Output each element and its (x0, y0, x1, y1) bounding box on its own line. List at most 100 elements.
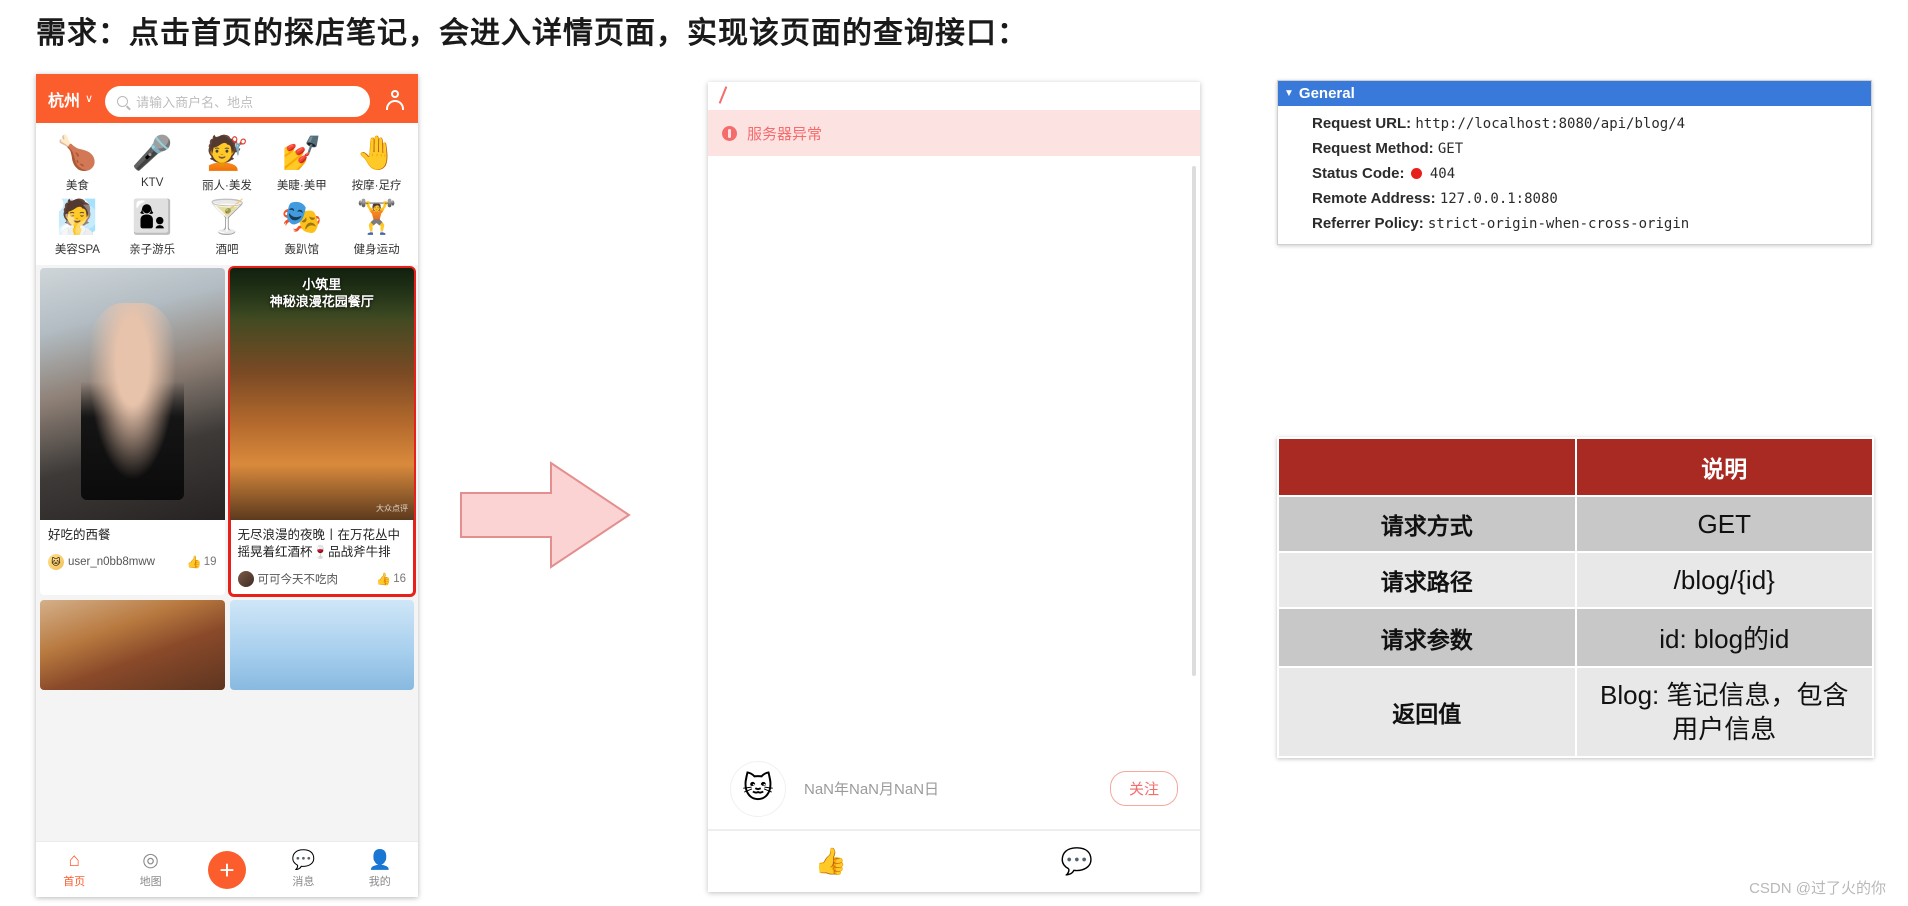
row-value: Blog: 笔记信息，包含 用户信息 (1574, 666, 1874, 758)
microphone-icon: 🎤 (131, 134, 173, 171)
table-row: 请求方式 GET (1277, 495, 1874, 553)
category-label: 按摩·足疗 (351, 180, 402, 192)
category-item-7[interactable]: 🍸 酒吧 (190, 197, 265, 257)
category-label: 美食 (65, 180, 89, 192)
tab-label: 消息 (292, 875, 315, 888)
devtools-row-remote-address: Remote Address: 127.0.0.1:8080 (1278, 186, 1871, 211)
category-label: KTV (141, 177, 164, 189)
tab-messages[interactable]: 💬 消息 (265, 851, 341, 889)
bottom-tab-bar: ⌂ 首页 ◎ 地图 + 💬 消息 👤 我的 (36, 841, 418, 897)
thumbs-up-icon: 👍 (186, 555, 202, 569)
category-label: 亲子游乐 (129, 244, 176, 256)
category-grid: 🍗 美食 🎤 KTV 💇 丽人·美发 💅 美睫·美甲 🤚 按摩·足疗 🧖 美容S… (36, 123, 418, 265)
chevron-down-icon: ∨ (85, 93, 94, 105)
category-item-2[interactable]: 💇 丽人·美发 (190, 133, 265, 193)
category-item-8[interactable]: 🎭 轰趴馆 (264, 197, 339, 257)
row-value: GET (1574, 495, 1874, 553)
category-item-5[interactable]: 🧖 美容SPA (40, 197, 115, 257)
tab-profile[interactable]: 👤 我的 (342, 851, 418, 889)
detail-action-bar: 👍 💬 (708, 830, 1200, 892)
devtools-rows: Request URL: http://localhost:8080/api/b… (1278, 106, 1871, 244)
tab-add[interactable]: + (189, 850, 265, 889)
note-username: 可可今天不吃肉 (257, 574, 339, 586)
note-image (40, 600, 225, 690)
phone-header: 杭州 ∨ 请输入商户名、地点 (36, 74, 418, 123)
tab-home[interactable]: ⌂ 首页 (36, 851, 112, 889)
city-selector[interactable]: 杭州 (48, 87, 80, 111)
fitness-icon: 🏋 (356, 198, 398, 235)
thumbs-up-icon[interactable]: 👍 (815, 846, 847, 877)
row-value: 127.0.0.1:8080 (1439, 191, 1558, 207)
row-value: id: blog的id (1574, 607, 1874, 668)
category-label: 健身运动 (353, 244, 400, 256)
devtools-general-panel: ▼ General Request URL: http://localhost:… (1277, 80, 1872, 245)
error-circle-icon (722, 125, 737, 141)
note-card-1[interactable]: 小筑里 神秘浪漫花园餐厅 大众点评 无尽浪漫的夜晚丨在万花丛中 摇晃着红酒杯🍷品… (227, 266, 416, 597)
category-item-1[interactable]: 🎤 KTV (115, 133, 190, 193)
category-item-6[interactable]: 👩‍👦 亲子游乐 (115, 197, 190, 257)
note-feed: 好吃的西餐 🐱 user_n0bb8mww 👍 19 小筑里 神秘浪漫花园餐厅 … (36, 265, 418, 841)
map-pin-icon: ◎ (142, 849, 159, 871)
devtools-row-request-url: Request URL: http://localhost:8080/api/b… (1278, 111, 1871, 136)
user-icon[interactable] (384, 88, 406, 110)
row-value: 404 (1429, 166, 1456, 182)
row-label: 请求方式 (1277, 495, 1577, 553)
row-key: Status Code: (1312, 165, 1405, 182)
note-card-0[interactable]: 好吃的西餐 🐱 user_n0bb8mww 👍 19 (40, 268, 225, 595)
avatar: 🐱 (48, 554, 64, 570)
message-icon: 💬 (291, 849, 316, 871)
category-label: 丽人·美发 (202, 180, 252, 192)
row-key: Request URL: (1312, 115, 1412, 132)
spa-icon: 🧖 (56, 198, 98, 235)
category-label: 美睫·美甲 (276, 180, 327, 192)
category-item-4[interactable]: 🤚 按摩·足疗 (339, 133, 414, 193)
category-item-3[interactable]: 💅 美睫·美甲 (264, 133, 339, 193)
header-cell-description: 说明 (1574, 437, 1874, 497)
devtools-row-request-method: Request Method: GET (1278, 136, 1871, 161)
note-username: user_n0bb8mww (68, 556, 155, 568)
category-label: 酒吧 (215, 244, 239, 256)
note-image (40, 268, 225, 520)
cocktail-icon: 🍸 (206, 198, 248, 235)
row-label: 请求参数 (1277, 607, 1577, 668)
avatar: 🐱 (730, 760, 786, 817)
comment-icon[interactable]: 💬 (1061, 846, 1093, 877)
api-spec-table: 说明 请求方式 GET 请求路径 /blog/{id} 请求参数 id: blo… (1277, 437, 1874, 758)
note-title: 无尽浪漫的夜晚丨在万花丛中 摇晃着红酒杯🍷品战斧牛排 (237, 528, 401, 559)
row-label: 请求路径 (1277, 551, 1577, 609)
nail-icon: 💅 (281, 134, 323, 171)
devtools-section-header[interactable]: ▼ General (1278, 81, 1871, 106)
category-label: 轰趴馆 (284, 244, 320, 256)
parent-child-icon: 👩‍👦 (131, 198, 173, 235)
food-icon: 🍗 (56, 134, 98, 171)
chevron-down-icon: ▼ (1284, 88, 1294, 99)
thumbs-up-icon: 👍 (376, 572, 392, 586)
detail-content-empty (708, 156, 1200, 748)
category-item-0[interactable]: 🍗 美食 (40, 133, 115, 193)
tab-label: 首页 (63, 875, 86, 888)
category-item-9[interactable]: 🏋 健身运动 (339, 197, 414, 257)
note-card-3[interactable] (229, 600, 414, 690)
screenshot-root: 需求：点击首页的探店笔记，会进入详情页面，实现该页面的查询接口： 杭州 ∨ 请输… (0, 0, 1908, 906)
follow-button[interactable]: 关注 (1109, 771, 1178, 806)
massage-icon: 🤚 (356, 134, 398, 171)
error-banner: 服务器异常 (708, 110, 1200, 156)
row-key: Referrer Policy: (1312, 215, 1424, 232)
search-icon (117, 96, 129, 107)
like-count[interactable]: 👍 16 (376, 572, 406, 586)
note-footer: 可可今天不吃肉 👍 16 (230, 567, 415, 595)
note-image (229, 600, 414, 690)
like-count[interactable]: 👍 19 (187, 555, 217, 569)
person-icon: 👤 (367, 849, 392, 871)
image-watermark: 大众点评 (376, 504, 408, 513)
note-image: 小筑里 神秘浪漫花园餐厅 大众点评 (229, 268, 414, 520)
tab-map[interactable]: ◎ 地图 (112, 851, 188, 889)
note-title: 好吃的西餐 (48, 528, 111, 542)
search-input[interactable]: 请输入商户名、地点 (105, 86, 370, 117)
scrollbar[interactable] (1192, 166, 1196, 676)
mask-icon: 🎭 (281, 198, 323, 235)
like-number: 16 (393, 573, 406, 585)
row-value: http://localhost:8080/api/blog/4 (1415, 116, 1686, 132)
table-row: 返回值 Blog: 笔记信息，包含 用户信息 (1277, 666, 1874, 758)
note-card-2[interactable] (40, 600, 225, 690)
